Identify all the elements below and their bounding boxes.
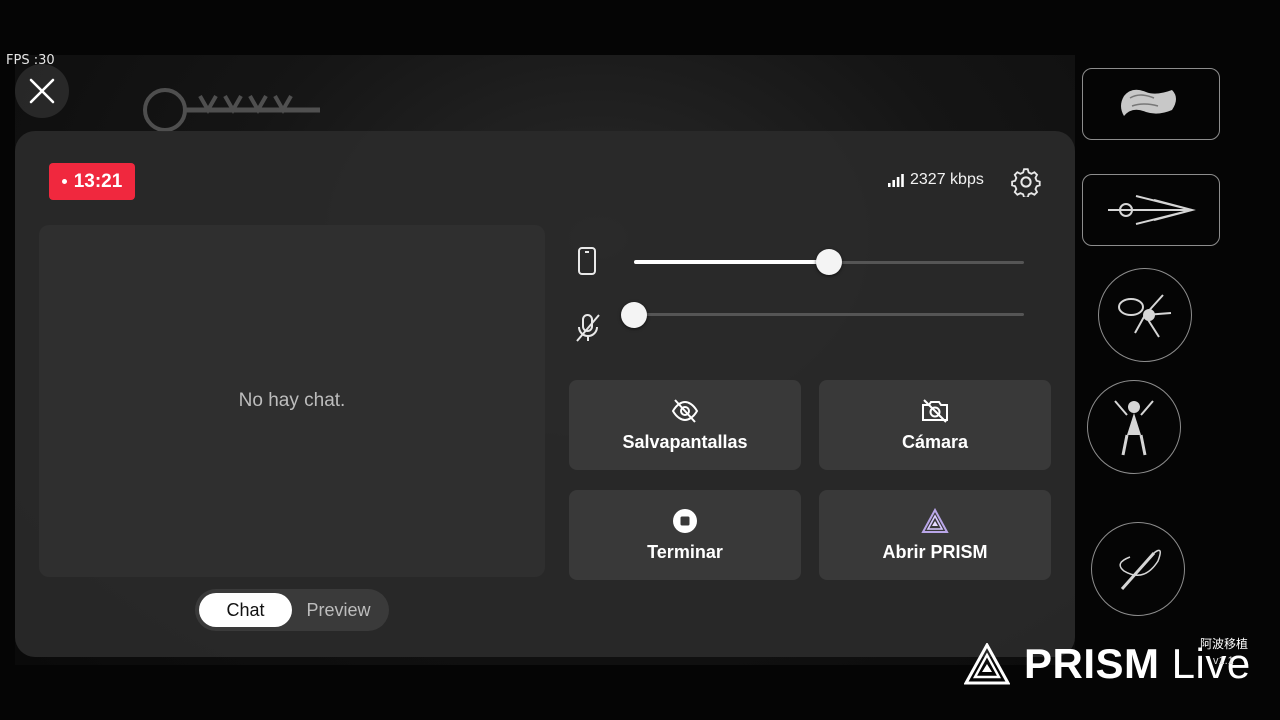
version-label: v1.1 (1213, 655, 1234, 667)
game-map-button[interactable] (1082, 68, 1220, 140)
needle-thread-icon (1119, 549, 1161, 590)
mic-volume-thumb[interactable] (621, 302, 647, 328)
live-control-panel: 13:21 2327 kbps No hay chat. Chat Previe… (15, 131, 1075, 657)
stop-stream-button[interactable]: Terminar (569, 490, 801, 580)
gear-icon[interactable] (1011, 167, 1041, 197)
game-character-button[interactable] (1087, 380, 1181, 474)
chat-preview-toggle: Chat Preview (195, 589, 389, 631)
dash-spike-icon (1108, 195, 1196, 225)
phone-icon (578, 247, 596, 275)
port-credit: 阿波移植 (1200, 637, 1249, 651)
live-timer-badge: 13:21 (49, 163, 135, 200)
close-icon (29, 78, 55, 104)
character-icon (1114, 400, 1154, 456)
device-volume-fill (634, 260, 829, 264)
open-prism-button[interactable]: Abrir PRISM (819, 490, 1051, 580)
prism-logo-icon (964, 643, 1010, 685)
watermark-brand-bold: PRISM (1024, 640, 1160, 687)
signal-icon (888, 174, 904, 187)
screensaver-label: Salvapantallas (622, 431, 748, 452)
bitrate-value: 2327 kbps (910, 171, 984, 188)
camera-button[interactable]: Cámara (819, 380, 1051, 470)
stop-stream-label: Terminar (647, 541, 723, 562)
prism-logo-icon (921, 507, 949, 533)
game-dash-button[interactable] (1082, 174, 1220, 246)
live-timer: 13:21 (73, 170, 123, 192)
chat-empty-message: No hay chat. (238, 390, 346, 411)
scroll-icon (1121, 89, 1176, 116)
screensaver-button[interactable]: Salvapantallas (569, 380, 801, 470)
open-prism-label: Abrir PRISM (882, 541, 988, 562)
bitrate-indicator: 2327 kbps (888, 171, 984, 189)
tab-chat[interactable]: Chat (199, 593, 292, 627)
tab-preview[interactable]: Preview (292, 593, 385, 627)
camera-off-icon (922, 398, 948, 423)
mic-volume-track[interactable] (634, 313, 1024, 316)
chat-area: No hay chat. (39, 225, 545, 577)
camera-label: Cámara (901, 431, 969, 452)
close-button[interactable] (15, 64, 69, 118)
live-dot-icon (61, 179, 67, 184)
mic-muted-icon (576, 314, 600, 342)
game-ornament-icon (143, 88, 320, 132)
stop-icon (673, 508, 697, 533)
eye-off-icon (671, 398, 699, 423)
game-spell-button[interactable] (1098, 268, 1192, 362)
device-volume-thumb[interactable] (816, 249, 842, 275)
spell-burst-icon (1118, 294, 1172, 338)
game-attack-button[interactable] (1091, 522, 1185, 616)
